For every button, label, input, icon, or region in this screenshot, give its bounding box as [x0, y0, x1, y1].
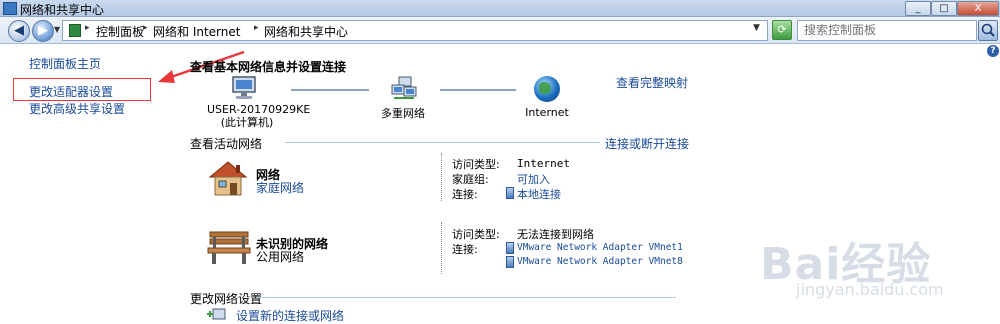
local-connection-link[interactable]: 本地连接 — [517, 186, 561, 202]
control-panel-icon — [69, 24, 81, 37]
connection-line — [440, 89, 516, 91]
back-button[interactable]: ◀ — [8, 20, 30, 42]
help-icon[interactable]: ? — [987, 45, 999, 57]
title-bar: 网络和共享中心 _ □ X — [0, 0, 1000, 17]
multiple-networks-icon — [391, 76, 417, 99]
multiple-networks-label: 多重网络 — [381, 107, 425, 120]
close-button[interactable]: X — [957, 1, 999, 16]
window-title: 网络和共享中心 — [20, 3, 105, 17]
network-type-link[interactable]: 家庭网络 — [256, 179, 304, 196]
homegroup-label: 家庭组: — [452, 173, 489, 186]
breadcrumb-item-network-sharing[interactable]: 网络和共享中心 — [264, 23, 348, 40]
sidebar-item-advanced-sharing[interactable]: 更改高级共享设置 — [29, 100, 125, 117]
sidebar-item-control-panel-home[interactable]: 控制面板主页 — [29, 55, 101, 72]
access-type-value: Internet — [517, 157, 570, 170]
forward-button[interactable]: ▶ — [32, 20, 54, 42]
search-field[interactable] — [797, 20, 977, 41]
breadcrumb[interactable]: ▸ 控制面板 ▸ 网络和 Internet ▸ 网络和共享中心 ▼ — [62, 20, 768, 41]
park-bench-icon — [207, 231, 251, 264]
page-title: 查看基本网络信息并设置连接 — [190, 60, 347, 74]
network-center-icon — [3, 2, 17, 15]
network-adapter-icon — [506, 256, 514, 268]
change-settings-title: 更改网络设置 — [190, 292, 263, 306]
network-adapter-icon — [506, 242, 514, 254]
connection-label: 连接: — [452, 188, 478, 201]
computer-sublabel: (此计算机) — [220, 116, 274, 129]
section-divider — [285, 142, 600, 143]
home-network-icon — [208, 161, 248, 196]
refresh-button[interactable]: ⟳ — [772, 20, 792, 40]
active-networks-title: 查看活动网络 — [190, 137, 263, 151]
chevron-right-icon[interactable]: ▸ — [143, 23, 148, 33]
globe-land-shape — [539, 82, 551, 94]
chevron-down-icon[interactable]: ▼ — [753, 23, 760, 33]
vertical-divider — [441, 153, 443, 201]
search-button[interactable] — [978, 20, 998, 41]
connect-disconnect-link[interactable]: 连接或断开连接 — [605, 135, 689, 152]
minimize-button[interactable]: _ — [905, 1, 931, 16]
chevron-right-icon[interactable]: ▸ — [85, 23, 90, 33]
network-type: 公用网络 — [256, 250, 305, 264]
breadcrumb-item-network-internet[interactable]: 网络和 Internet — [153, 23, 240, 40]
connection-label: 连接: — [452, 243, 478, 256]
search-icon — [981, 23, 995, 37]
computer-icon — [232, 76, 256, 99]
vmnet1-link[interactable]: VMware Network Adapter VMnet1 — [517, 242, 683, 253]
access-type-value: 无法连接到网络 — [517, 228, 594, 241]
network-adapter-icon — [506, 187, 514, 199]
view-full-map-link[interactable]: 查看完整映射 — [616, 74, 688, 91]
chevron-right-icon[interactable]: ▸ — [254, 23, 259, 33]
access-type-label: 访问类型: — [452, 158, 500, 171]
vertical-divider — [441, 222, 443, 274]
homegroup-join-link[interactable]: 可加入 — [517, 171, 550, 187]
access-type-label: 访问类型: — [452, 228, 500, 241]
section-divider — [256, 297, 676, 298]
internet-label: Internet — [525, 106, 569, 119]
breadcrumb-item-control-panel[interactable]: 控制面板 — [96, 23, 144, 40]
baidu-watermark-url: jingyan.baidu.com — [796, 280, 944, 299]
sidebar-item-change-adapter[interactable]: 更改适配器设置 — [29, 83, 113, 100]
history-dropdown-icon[interactable]: ▼ — [54, 25, 60, 34]
search-input[interactable] — [804, 23, 964, 37]
maximize-button[interactable]: □ — [931, 1, 957, 16]
vmnet8-link[interactable]: VMware Network Adapter VMnet8 — [517, 256, 683, 267]
address-bar: ◀ ▶ ▼ ▸ 控制面板 ▸ 网络和 Internet ▸ 网络和共享中心 ▼ … — [0, 17, 1000, 44]
connection-line — [291, 89, 369, 91]
setup-connection-link[interactable]: 设置新的连接或网络 — [236, 307, 344, 324]
